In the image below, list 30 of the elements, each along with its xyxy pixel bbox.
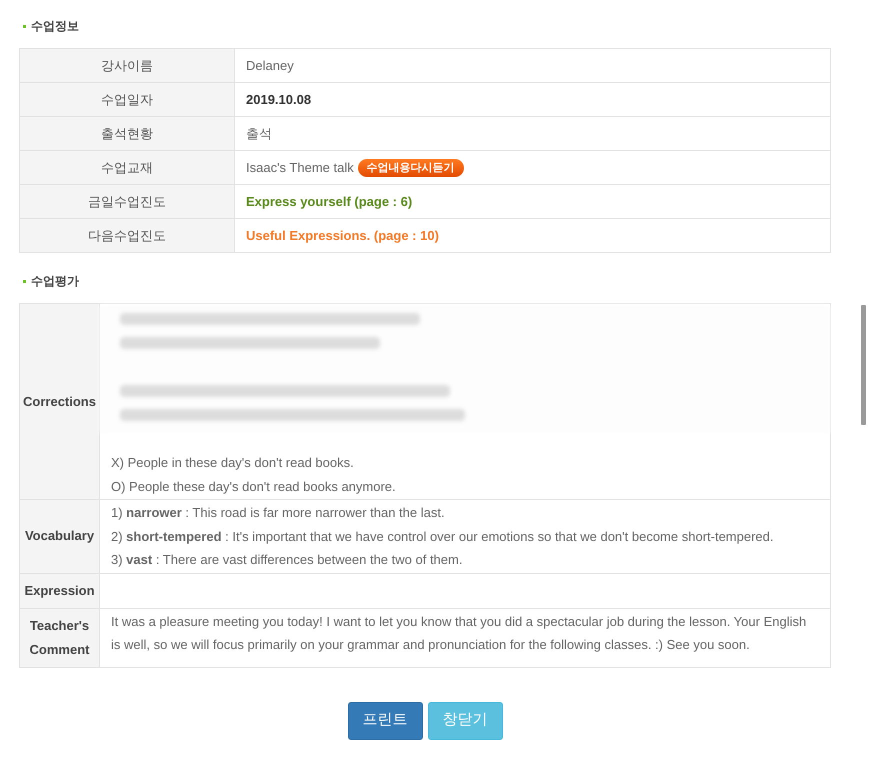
row-label: Expression <box>20 573 100 608</box>
text-line: O) People these day's don't read books anymore. <box>111 478 397 496</box>
row-value: 출석 <box>234 116 830 150</box>
section-title: 수업평가 <box>31 273 79 290</box>
row-label: Corrections <box>20 304 100 500</box>
row-label: Teacher's Comment <box>20 608 100 667</box>
row-value: Express yourself (page : 6) <box>234 184 830 218</box>
bullet-icon <box>23 24 26 28</box>
row-value: Delaney <box>234 48 830 82</box>
row-label: Vocabulary <box>20 500 100 573</box>
row-label: 다음수업진도 <box>20 218 234 252</box>
text-line: X) People in these day's don't read books. <box>111 454 355 472</box>
text-line: It was a pleasure meeting you today! I want to let you know that you did a spectacular job during the lesson. Your English is well, so we will focus primarily on your grammar and pronunciation for the following classes. :) See you soon. <box>111 612 808 654</box>
row-label: 수업일자 <box>20 82 234 116</box>
row-label: 수업교재 <box>20 150 234 184</box>
text-line: 1) narrower : This road is far more narrower than the last. <box>111 504 446 522</box>
row-value: 2019.10.08 <box>234 82 830 116</box>
bullet-icon <box>23 280 26 282</box>
section-title: 수업정보 <box>31 18 79 35</box>
text-line: 3) vast : There are vast differences between the two of them. <box>111 551 464 569</box>
row-label: 출석현황 <box>20 116 234 150</box>
row-value: Useful Expressions. (page : 10) <box>234 218 830 252</box>
button[interactable]: 프린트 <box>348 702 422 740</box>
button[interactable]: 창닫기 <box>428 702 502 740</box>
scrollbar-thumb[interactable] <box>861 305 866 425</box>
row-label: 강사이름 <box>20 48 234 82</box>
row-label: 금일수업진도 <box>20 184 234 218</box>
replay-link[interactable]: 수업내용다시듣기 <box>358 159 464 178</box>
text-line: 2) short-tempered : It's important that we have control over our emotions so that we don't become short-tempered. <box>111 528 774 546</box>
row-value: Isaac's Theme talk <box>246 160 354 175</box>
